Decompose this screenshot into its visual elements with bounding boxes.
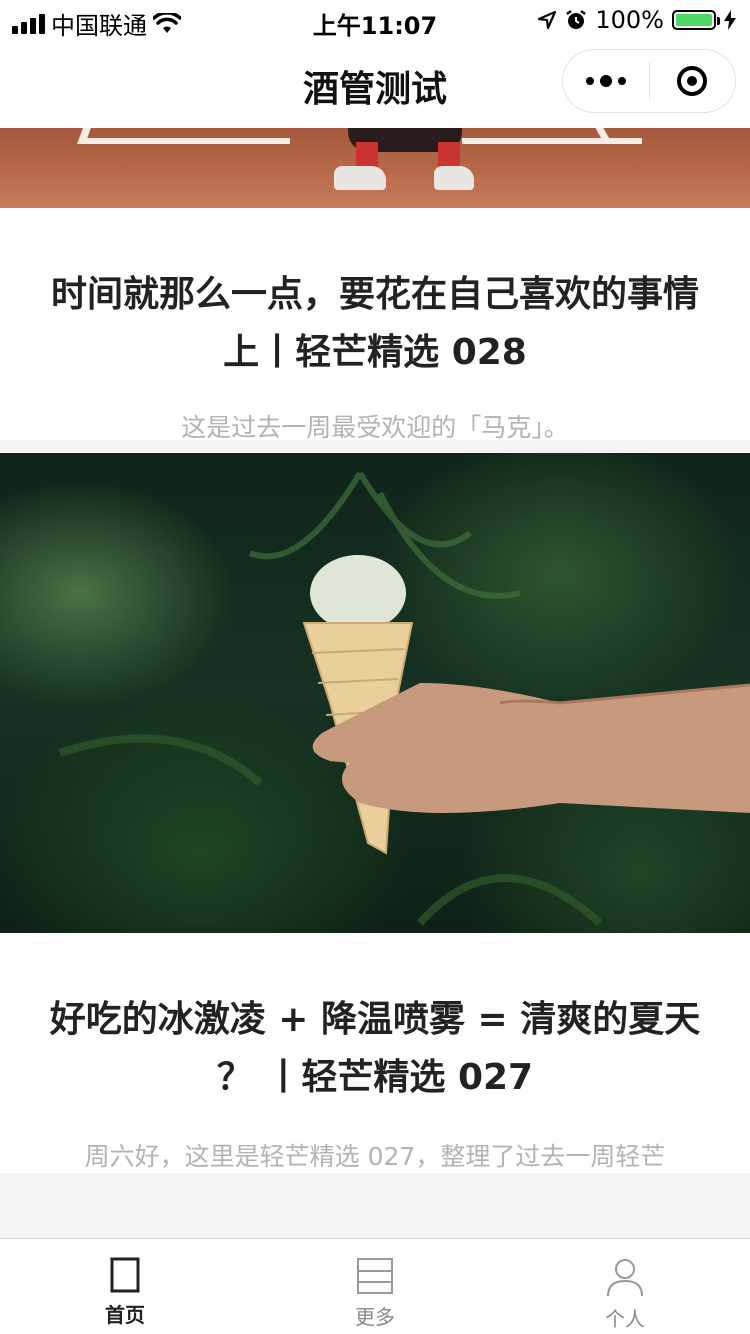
battery-percent: 100%	[595, 6, 664, 34]
tab-more[interactable]: 更多	[250, 1239, 500, 1334]
screen: 中国联通 上午11:07 100% 酒管测试 时间就那么一点，要花在自己喜欢的事…	[0, 0, 750, 1334]
tab-label: 更多	[355, 1305, 395, 1329]
battery-fill	[676, 14, 712, 26]
home-square-icon	[110, 1257, 140, 1293]
ice-cream-cone-photo	[0, 453, 750, 933]
photo-illustration	[58, 471, 750, 926]
location-arrow-icon	[538, 10, 557, 30]
article-body: 时间就那么一点，要花在自己喜欢的事情上丨轻芒精选 028 这是过去一周最受欢迎的…	[0, 208, 750, 442]
person-icon	[607, 1259, 643, 1297]
tab-label: 个人	[605, 1307, 645, 1331]
article-description: 周六好，这里是轻芒精选 027，整理了过去一周轻芒	[84, 1142, 666, 1171]
tab-bar: 首页 更多 个人	[0, 1238, 750, 1334]
list-icon	[357, 1258, 393, 1294]
nav-bar: 酒管测试	[0, 40, 750, 129]
target-icon	[677, 66, 708, 96]
article-card[interactable]: 好吃的冰激凌 + 降温喷雾 = 清爽的夏天 ？ 丨轻芒精选 027 周六好，这里…	[0, 453, 750, 1173]
baseball-field-photo	[0, 128, 750, 208]
status-right: 100%	[537, 6, 736, 34]
article-feed: 时间就那么一点，要花在自己喜欢的事情上丨轻芒精选 028 这是过去一周最受欢迎的…	[0, 128, 750, 1238]
article-card[interactable]: 时间就那么一点，要花在自己喜欢的事情上丨轻芒精选 028 这是过去一周最受欢迎的…	[0, 128, 750, 442]
more-button[interactable]	[563, 50, 649, 112]
tab-profile[interactable]: 个人	[500, 1239, 750, 1334]
more-dots-icon	[585, 75, 626, 87]
article-title: 好吃的冰激凌 + 降温喷雾 = 清爽的夏天 ？ 丨轻芒精选 027	[49, 999, 701, 1098]
tab-home[interactable]: 首页	[0, 1239, 250, 1334]
charging-bolt-icon	[724, 10, 736, 30]
alarm-clock-icon	[566, 10, 587, 29]
article-body: 好吃的冰激凌 + 降温喷雾 = 清爽的夏天 ？ 丨轻芒精选 027 周六好，这里…	[0, 933, 750, 1173]
article-title: 时间就那么一点，要花在自己喜欢的事情上丨轻芒精选 028	[50, 274, 699, 373]
close-button[interactable]	[650, 50, 736, 112]
battery-icon	[672, 10, 720, 30]
status-bar: 中国联通 上午11:07 100%	[0, 0, 750, 40]
article-description: 这是过去一周最受欢迎的「马克」。	[181, 413, 569, 442]
tab-label: 首页	[105, 1303, 145, 1327]
miniprogram-capsule	[562, 49, 736, 113]
